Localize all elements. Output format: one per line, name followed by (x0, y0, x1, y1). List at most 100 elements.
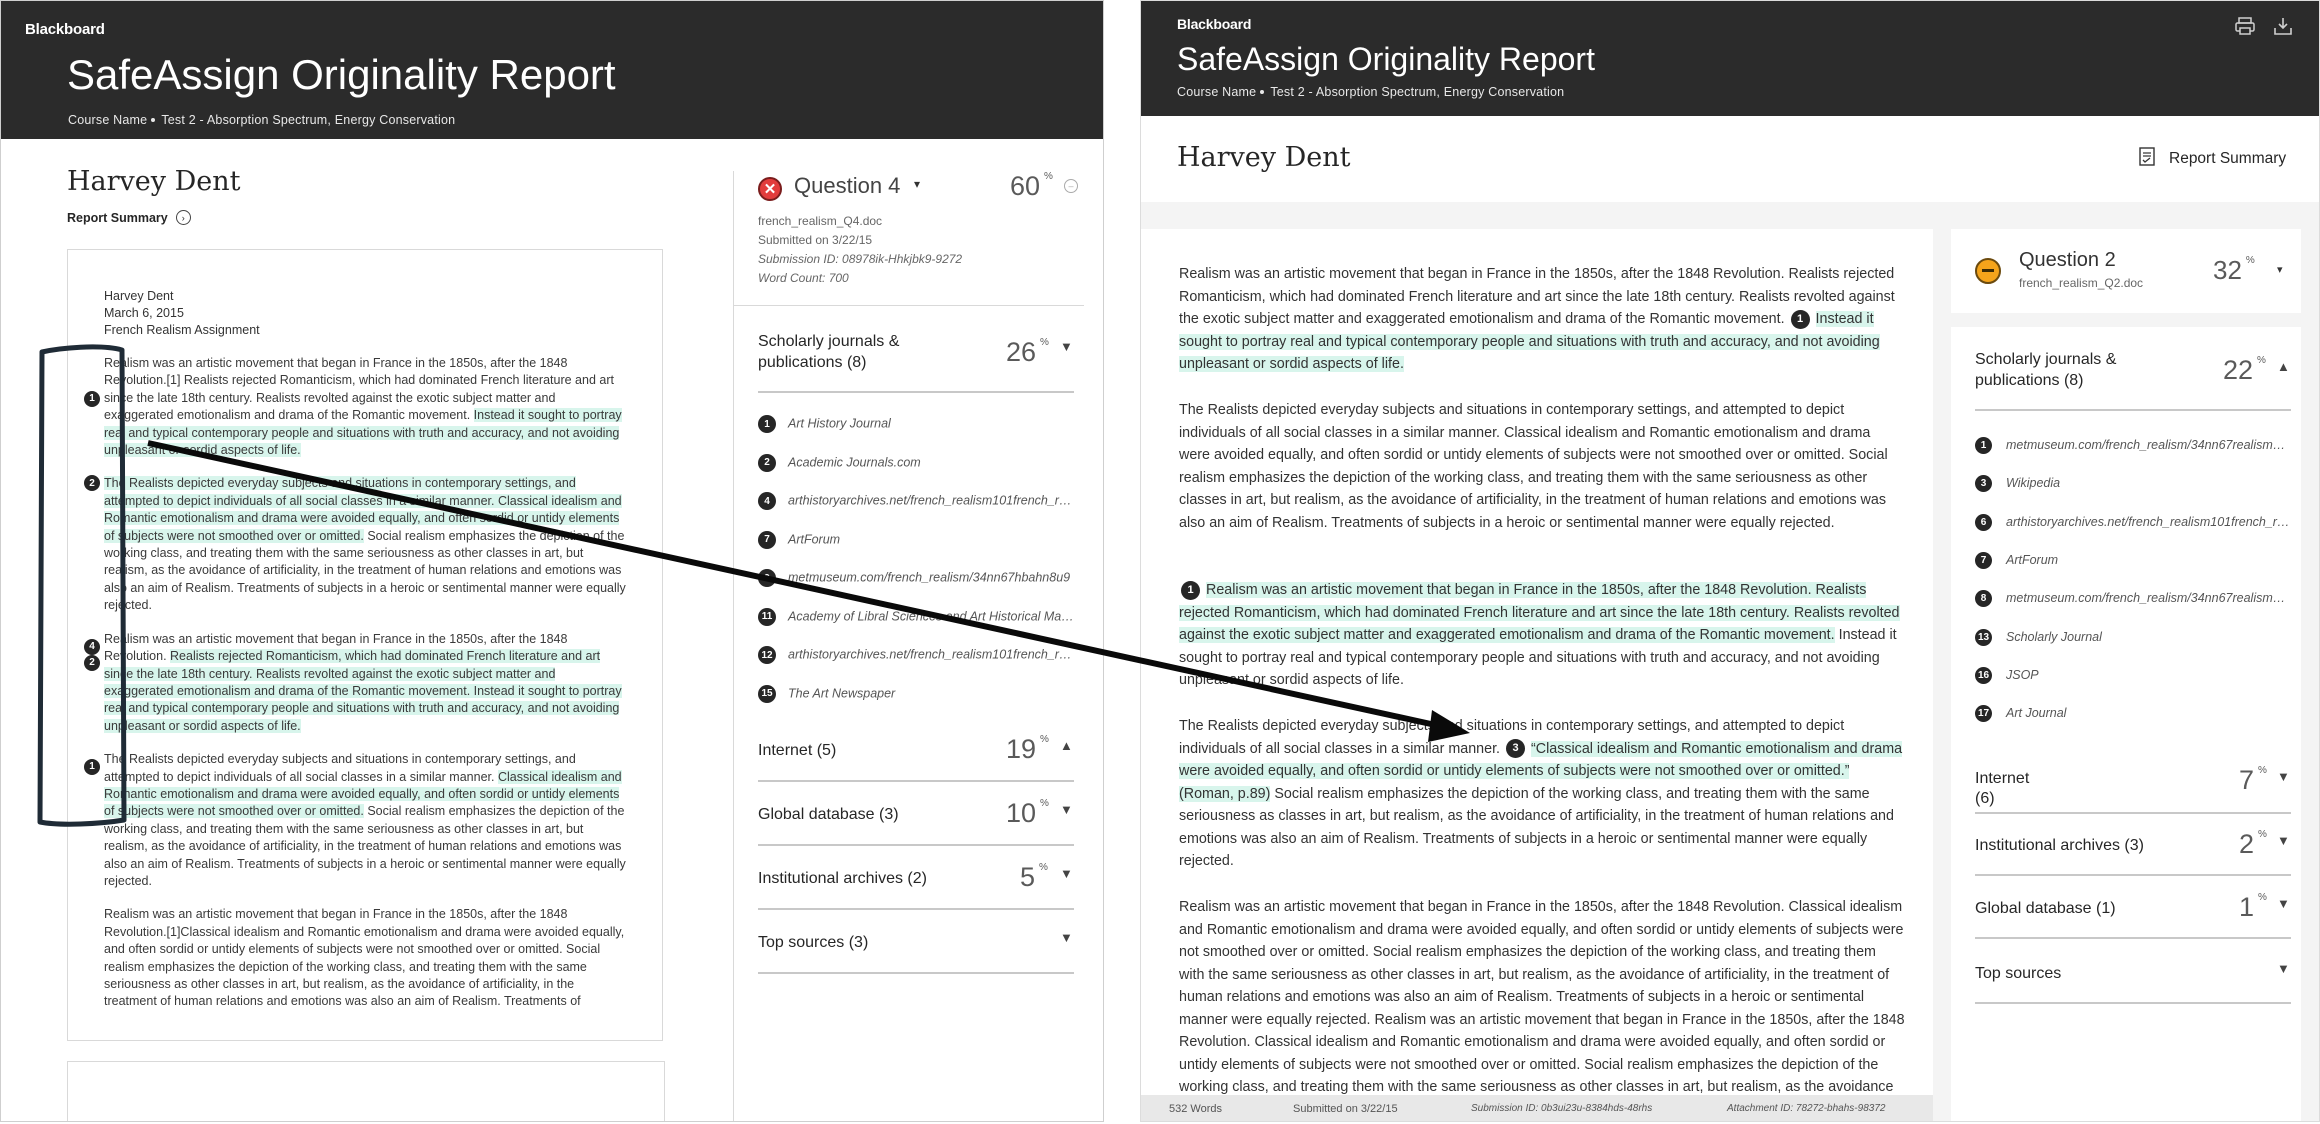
source-item[interactable]: 7 ArtForum (1975, 551, 2291, 569)
chevron-down-icon[interactable]: ▼ (1060, 930, 1073, 945)
source-name: Art Journal (2006, 705, 2067, 720)
section-internet[interactable]: Internet (5) 19% ▲ (758, 724, 1074, 782)
matched-text-highlight[interactable]: Realists rejected Romanticism, which had… (104, 649, 622, 733)
file-name[interactable]: french_realism_Q4.doc (758, 212, 962, 231)
question-label[interactable]: Question 4 (794, 173, 900, 199)
course-name[interactable]: Course Name (68, 113, 147, 127)
chevron-down-icon[interactable]: ▼ (2277, 961, 2290, 976)
source-item[interactable]: 9 metmuseum.com/french_realism/34nn67hbah… (758, 569, 1074, 587)
section-global-database[interactable]: Global database (3) 10% ▼ (758, 788, 1074, 846)
source-item[interactable]: 8 metmuseum.com/french_realism/34nn67real… (1975, 590, 2291, 608)
student-name: Harvey Dent (67, 166, 241, 197)
match-number-badge[interactable]: 1 (1790, 309, 1810, 329)
section-institutional-archives[interactable]: Institutional archives (3) 2% ▼ (1975, 819, 2291, 876)
match-number-badge[interactable]: 1 (1181, 580, 1200, 600)
source-item[interactable]: 2 Academic Journals.com (758, 453, 1074, 472)
paragraph-text: Social realism emphasizes the depiction … (1179, 785, 1894, 870)
match-number-badge[interactable]: 1 (84, 759, 100, 776)
blackboard-logo[interactable]: Blackboard (25, 21, 105, 38)
match-number-badge[interactable]: 1 (84, 391, 100, 407)
source-item[interactable]: 3 Wikipedia (1975, 475, 2291, 493)
document-paragraph: The Realists depicted everyday subjects … (84, 751, 626, 890)
chevron-down-icon[interactable]: ▼ (1060, 866, 1073, 881)
source-item[interactable]: 1 metmuseum.com/french_realism/34nn67real… (1975, 437, 2291, 454)
right-header: Blackboard SafeAssign Originality Report… (1141, 1, 2319, 116)
source-item[interactable]: 11 Academy of Libral Sciences and Art His… (758, 607, 1074, 626)
source-number-badge: 4 (758, 492, 776, 510)
source-number-badge: 2 (758, 453, 776, 472)
report-title: SafeAssign Originality Report (1177, 41, 1595, 77)
document-paragraph: Realism was an artistic movement that be… (104, 906, 626, 1010)
chevron-up-icon[interactable]: ▲ (2277, 359, 2290, 374)
chevron-down-icon[interactable]: ▼ (2277, 896, 2290, 911)
source-item[interactable]: 1 Art History Journal (758, 415, 1074, 433)
report-summary-label: Report Summary (67, 210, 168, 225)
source-item[interactable]: 16 JSOP (1975, 666, 2291, 684)
report-summary-button[interactable]: Report Summary (2139, 146, 2286, 171)
course-detail: Test 2 - Absorption Spectrum, Energy Con… (1270, 85, 1565, 99)
document-meta: Harvey Dent March 6, 2015 French Realism… (104, 288, 626, 339)
report-summary-link[interactable]: Report Summary › (67, 210, 191, 225)
source-number-badge: 8 (1975, 590, 1992, 608)
section-label: Top sources (1975, 965, 2062, 982)
section-global-database[interactable]: Global database (1) 1% ▼ (1975, 882, 2291, 939)
doc-date: March 6, 2015 (104, 306, 184, 320)
section-institutional-archives[interactable]: Institutional archives (2) 5% ▼ (758, 852, 1074, 910)
section-percent: 1% (2239, 892, 2267, 922)
chevron-down-icon[interactable]: ▼ (2277, 833, 2290, 848)
section-top-sources[interactable]: Top sources (3) ▼ (758, 916, 1074, 974)
source-name: metmuseum.com/french_realism/34nn67hbahn… (788, 570, 1071, 585)
chevron-up-icon[interactable]: ▲ (1060, 738, 1073, 753)
match-number-badge[interactable]: 4 (84, 638, 100, 655)
blackboard-logo[interactable]: Blackboard (1177, 16, 1251, 32)
source-name: arthistoryarchives.net/french_realism101… (788, 493, 1074, 508)
download-icon[interactable] (2273, 16, 2293, 36)
section-scholarly-journals[interactable]: Scholarly journals & publications (8) 22… (1975, 347, 2291, 411)
match-number-badge[interactable]: 2 (84, 654, 100, 671)
section-label: Global database (1) (1975, 900, 2116, 917)
source-item[interactable]: 7 ArtForum (758, 530, 1074, 549)
chevron-right-icon: › (175, 210, 191, 225)
chevron-down-icon[interactable]: ▼ (1060, 339, 1073, 354)
breadcrumb-separator (1260, 89, 1265, 94)
caret-down-icon[interactable]: ▾ (2277, 263, 2283, 276)
course-name[interactable]: Course Name (1177, 85, 1256, 99)
source-name: Art History Journal (788, 416, 891, 431)
doc-author: Harvey Dent (104, 289, 174, 303)
source-name: Academy of Libral Sciences and Art Histo… (788, 608, 1074, 623)
section-top-sources[interactable]: Top sources ▼ (1975, 947, 2291, 1004)
caret-down-icon[interactable]: ▾ (914, 177, 920, 191)
chevron-down-icon[interactable]: ▼ (1060, 802, 1073, 817)
chevron-down-icon[interactable]: ▼ (2277, 769, 2290, 784)
paragraph-text: Realism was an artistic movement that be… (104, 907, 625, 1009)
source-item[interactable]: 17 Art Journal (1975, 705, 2291, 723)
section-label: Institutional archives (3) (1975, 837, 2144, 854)
question-percent: 32% (2213, 255, 2255, 285)
course-breadcrumb: Course Name Test 2 - Absorption Spectrum,… (1177, 85, 1564, 99)
matched-text-highlight[interactable]: Realism was an artistic movement that be… (1179, 582, 1900, 643)
source-number-badge: 7 (758, 530, 776, 549)
document-page-next (67, 1061, 665, 1121)
section-internet[interactable]: Internet (6) 7% ▼ (1975, 747, 2291, 814)
source-item[interactable]: 15 The Art Newspaper (758, 684, 1074, 703)
source-number-badge: 12 (758, 646, 776, 664)
word-count: Word Count: 700 (758, 271, 849, 285)
report-summary-label: Report Summary (2169, 149, 2287, 167)
source-item[interactable]: 12 arthistoryarchives.net/french_realism1… (758, 646, 1074, 664)
question-selector[interactable]: Question 2 french_realism_Q2.doc 32% ▾ (1951, 229, 2301, 313)
section-percent: 10% (1006, 798, 1049, 828)
section-scholarly-journals[interactable]: Scholarly journals & publications (8) 26… (758, 329, 1074, 393)
info-icon[interactable]: – (1064, 179, 1078, 193)
source-name: Academic Journals.com (788, 454, 921, 469)
source-item[interactable]: 13 Scholarly Journal (1975, 628, 2291, 646)
section-label: Global database (3) (758, 806, 899, 823)
section-percent: 26% (1006, 337, 1049, 367)
match-number-badge[interactable]: 2 (84, 475, 100, 492)
document-paragraph: Realism was an artistic movement that be… (1179, 263, 1905, 376)
match-number-badge[interactable]: 3 (1506, 739, 1525, 759)
source-item[interactable]: 4 arthistoryarchives.net/french_realism10… (758, 492, 1074, 510)
print-icon[interactable] (2235, 17, 2255, 35)
section-label: Internet (6) (1975, 770, 2030, 807)
source-item[interactable]: 6 arthistoryarchives.net/french_realism10… (1975, 513, 2291, 531)
clipboard-icon (2139, 146, 2155, 171)
